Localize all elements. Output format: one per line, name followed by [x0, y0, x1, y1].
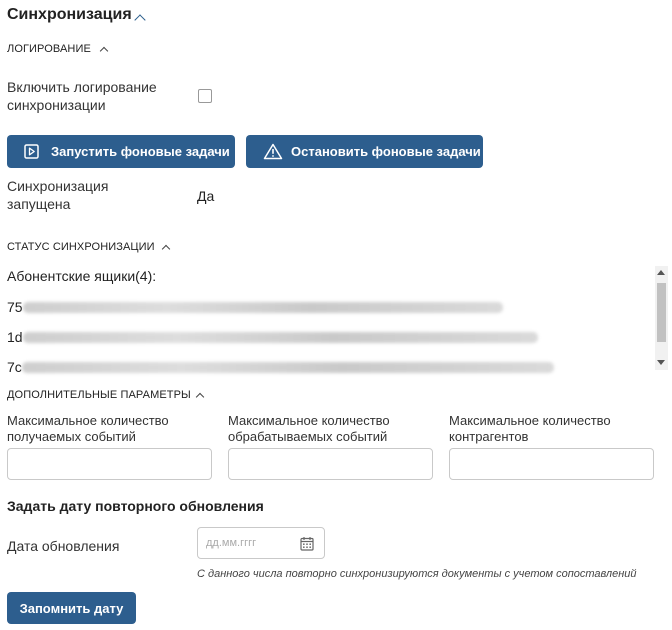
- stop-background-tasks-button[interactable]: Остановить фоновые задачи: [246, 135, 483, 168]
- max-received-events-label: Максимальное количество получаемых событ…: [7, 413, 169, 444]
- start-background-tasks-label: Запустить фоновые задачи: [51, 144, 230, 159]
- save-date-label: Запомнить дату: [19, 600, 124, 616]
- save-date-button[interactable]: Запомнить дату: [7, 592, 136, 624]
- mailboxes-title: Абонентские ящики(4):: [7, 268, 157, 284]
- max-contractors-label: Максимальное количество контрагентов: [449, 413, 611, 444]
- redacted-text: [22, 301, 503, 313]
- mailbox-item: 1d: [7, 329, 538, 345]
- logging-title: ЛОГИРОВАНИЕ: [7, 43, 91, 55]
- mailbox-item-prefix: 75: [7, 299, 23, 315]
- collapse-status-chevron-icon[interactable]: [161, 244, 171, 254]
- mailbox-item: 7c: [7, 359, 554, 375]
- max-contractors-input[interactable]: [449, 448, 654, 480]
- update-date-placeholder: дд.мм.гггг: [206, 537, 257, 549]
- calendar-icon[interactable]: [300, 536, 314, 551]
- warning-icon: [263, 143, 283, 160]
- mailboxes-scrollbar[interactable]: [655, 266, 668, 370]
- status-title: СТАТУС СИНХРОНИЗАЦИИ: [7, 241, 155, 253]
- collapse-section-chevron-icon[interactable]: [134, 14, 146, 26]
- stop-background-tasks-label: Остановить фоновые задачи: [291, 144, 481, 159]
- enable-logging-label: Включить логирование синхронизации: [7, 79, 157, 113]
- extra-params-title: ДОПОЛНИТЕЛЬНЫЕ ПАРАМЕТРЫ: [7, 389, 191, 401]
- start-background-tasks-button[interactable]: Запустить фоновые задачи: [7, 135, 235, 168]
- scroll-up-arrow-icon[interactable]: [657, 270, 665, 275]
- max-received-events-input[interactable]: [7, 448, 212, 480]
- mailbox-item-prefix: 1d: [7, 329, 23, 345]
- collapse-logging-chevron-icon[interactable]: [99, 46, 109, 56]
- section-title: Синхронизация: [7, 6, 132, 23]
- reupdate-hint: С данного числа повторно синхронизируютс…: [197, 568, 637, 580]
- sync-state-label: Синхронизация запущена: [7, 178, 109, 212]
- scroll-down-arrow-icon[interactable]: [657, 360, 665, 365]
- update-date-input[interactable]: дд.мм.гггг: [197, 527, 325, 559]
- redacted-text: [22, 331, 538, 343]
- scrollbar-thumb[interactable]: [657, 283, 666, 342]
- enable-logging-checkbox[interactable]: [198, 89, 212, 103]
- mailbox-item: 75: [7, 299, 503, 315]
- max-processed-events-label: Максимальное количество обрабатываемых с…: [228, 413, 390, 444]
- play-icon: [24, 144, 39, 159]
- reupdate-title: Задать дату повторного обновления: [7, 498, 264, 514]
- collapse-extra-chevron-icon[interactable]: [195, 392, 205, 402]
- mailbox-item-prefix: 7c: [7, 359, 22, 375]
- sync-state-value: Да: [197, 188, 215, 204]
- redacted-text: [21, 361, 554, 373]
- max-processed-events-input[interactable]: [228, 448, 433, 480]
- update-date-label: Дата обновления: [7, 538, 120, 554]
